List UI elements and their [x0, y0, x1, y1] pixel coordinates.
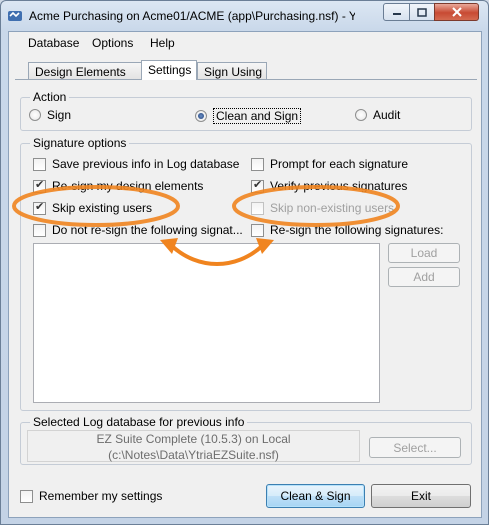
action-group: Action Sign Clean and Sign Audit: [20, 90, 472, 131]
tab-settings[interactable]: Settings: [141, 60, 197, 80]
radio-clean-and-sign-label: Clean and Sign: [213, 108, 302, 124]
exit-button[interactable]: Exit: [371, 484, 471, 508]
checkbox[interactable]: [251, 178, 264, 193]
check-save-previous-info[interactable]: Save previous info in Log database: [33, 157, 239, 171]
radio-sign-indicator[interactable]: [29, 109, 41, 121]
add-button[interactable]: Add: [388, 267, 460, 287]
checkbox[interactable]: [251, 157, 264, 171]
log-database-path: (c:\Notes\Data\YtriaEZSuite.nsf): [108, 448, 279, 462]
checkbox[interactable]: [33, 223, 46, 237]
check-label: Skip existing users: [52, 201, 153, 215]
tab-panel-border: [15, 79, 477, 82]
check-remember-settings[interactable]: Remember my settings: [20, 489, 162, 503]
checkbox[interactable]: [251, 201, 264, 215]
checkbox[interactable]: [33, 178, 46, 193]
check-label: Prompt for each signature: [270, 157, 409, 171]
signature-options-legend: Signature options: [30, 136, 130, 150]
checkbox[interactable]: [33, 200, 46, 215]
radio-audit-label: Audit: [373, 108, 401, 122]
check-label: Save previous info in Log database: [52, 157, 240, 171]
select-log-button[interactable]: Select...: [369, 437, 461, 458]
title-bar[interactable]: Acme Purchasing on Acme01/ACME (app\Purc…: [1, 1, 488, 31]
menu-options[interactable]: Options: [92, 36, 133, 50]
clean-and-sign-button[interactable]: Clean & Sign: [266, 484, 365, 508]
close-icon: [451, 7, 462, 17]
signature-options-group: Signature options Save previous info in …: [20, 136, 472, 411]
radio-audit-indicator[interactable]: [355, 109, 367, 121]
menu-help[interactable]: Help: [150, 36, 175, 50]
tab-sign-using[interactable]: Sign Using: [197, 62, 267, 79]
check-skip-existing-users[interactable]: Skip existing users: [33, 200, 153, 215]
application-window: Acme Purchasing on Acme01/ACME (app\Purc…: [0, 0, 489, 525]
load-button[interactable]: Load: [388, 243, 460, 263]
checkbox[interactable]: [33, 157, 46, 171]
check-resign-following-signatures[interactable]: Re-sign the following signatures:: [251, 223, 443, 237]
log-database-legend: Selected Log database for previous info: [30, 415, 248, 429]
check-label: Do not re-sign the following signat...: [52, 223, 243, 237]
app-icon: [8, 11, 22, 21]
menu-database[interactable]: Database: [28, 36, 79, 50]
check-label: Re-sign the following signatures:: [270, 223, 444, 237]
check-label: Re-sign my design elements: [52, 179, 204, 193]
checkbox[interactable]: [251, 223, 264, 237]
radio-sign[interactable]: Sign: [29, 108, 71, 122]
radio-clean-and-sign[interactable]: Clean and Sign: [195, 108, 302, 124]
maximize-button[interactable]: [409, 3, 435, 21]
check-label: Skip non-existing users: [270, 201, 395, 215]
maximize-icon: [417, 7, 427, 17]
check-resign-my-design-elements[interactable]: Re-sign my design elements: [33, 178, 204, 193]
check-label: Remember my settings: [39, 489, 163, 503]
minimize-icon: [392, 13, 401, 15]
check-prompt-each-signature[interactable]: Prompt for each signature: [251, 157, 408, 171]
check-skip-non-existing-users[interactable]: Skip non-existing users: [251, 201, 394, 215]
radio-audit[interactable]: Audit: [355, 108, 400, 122]
check-do-not-resign[interactable]: Do not re-sign the following signat...: [33, 223, 243, 237]
log-database-display: EZ Suite Complete (10.5.3) on Local (c:\…: [27, 430, 360, 462]
signatures-listbox[interactable]: [33, 243, 380, 403]
check-label: Verify previous signatures: [270, 179, 408, 193]
close-button[interactable]: [434, 3, 479, 21]
tab-design-elements[interactable]: Design Elements: [28, 62, 143, 79]
minimize-button[interactable]: [383, 3, 410, 21]
window-title: Acme Purchasing on Acme01/ACME (app\Purc…: [29, 9, 355, 23]
checkbox[interactable]: [20, 489, 33, 503]
menu-bar: Database Options Help: [9, 32, 481, 54]
dialog-client-area: Database Options Help Design Elements Se…: [8, 31, 482, 518]
radio-sign-label: Sign: [47, 108, 72, 122]
radio-clean-and-sign-indicator[interactable]: [195, 110, 207, 122]
check-verify-previous-signatures[interactable]: Verify previous signatures: [251, 178, 408, 193]
action-legend: Action: [30, 90, 70, 104]
log-database-name: EZ Suite Complete (10.5.3) on Local: [96, 432, 291, 446]
